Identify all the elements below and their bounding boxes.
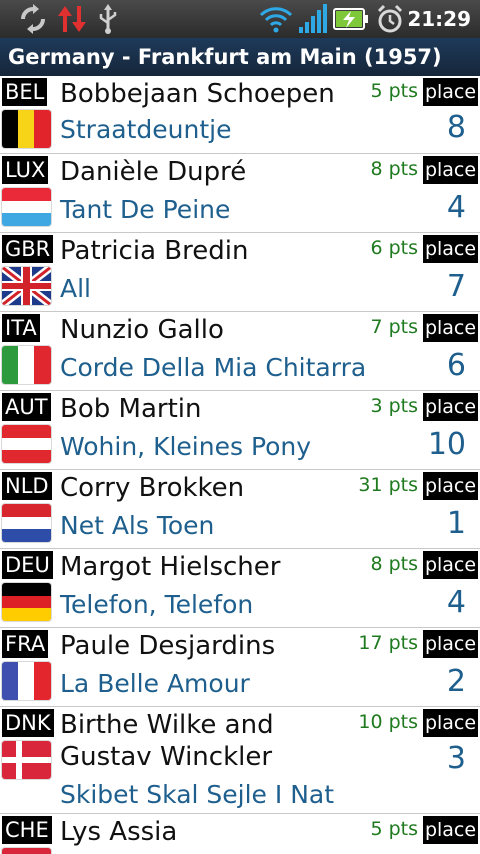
- country-code: CHE: [2, 816, 52, 844]
- usb-icon: [99, 4, 117, 34]
- place-value: 7: [446, 269, 466, 304]
- data-transfer-icon: [58, 6, 86, 32]
- place-label: place: [423, 709, 478, 737]
- place-value: 8: [446, 110, 466, 145]
- switzerland-flag-icon: [2, 848, 51, 854]
- country-code: AUT: [2, 393, 51, 421]
- list-item[interactable]: DNK Birthe Wilke and Gustav Winckler Ski…: [0, 707, 480, 814]
- signal-icon: [299, 4, 327, 33]
- song-title: Net Als Toen: [60, 511, 215, 540]
- points: 5 pts: [370, 818, 418, 840]
- song-title: Tant De Peine: [60, 195, 231, 224]
- points: 8 pts: [370, 553, 418, 575]
- artist-name: Bobbejaan Schoepen: [60, 79, 335, 109]
- artist-name: Bob Martin: [60, 394, 202, 424]
- artist-name: Corry Brokken: [60, 473, 245, 503]
- list-item[interactable]: CHE Lys Assia 5 pts place: [0, 814, 480, 854]
- points: 10 pts: [358, 711, 418, 733]
- country-code: LUX: [2, 156, 49, 184]
- list-item[interactable]: AUT Bob Martin Wohin, Kleines Pony 3 pts…: [0, 391, 480, 470]
- points: 31 pts: [358, 474, 418, 496]
- place-label: place: [423, 816, 478, 844]
- place-label: place: [423, 78, 478, 106]
- list-item[interactable]: ITA Nunzio Gallo Corde Della Mia Chitarr…: [0, 312, 480, 391]
- place-label: place: [423, 472, 478, 500]
- points: 6 pts: [370, 237, 418, 259]
- page-title: Germany - Frankfurt am Main (1957): [0, 38, 480, 76]
- country-code: GBR: [2, 235, 54, 263]
- luxembourg-flag-icon: [2, 188, 51, 226]
- place-label: place: [423, 551, 478, 579]
- artist-name: Margot Hielscher: [60, 552, 281, 582]
- germany-flag-icon: [2, 583, 51, 621]
- denmark-flag-icon: [2, 741, 51, 779]
- france-flag-icon: [2, 662, 51, 700]
- place-value: 10: [427, 427, 466, 462]
- artist-name: Lys Assia: [60, 817, 178, 847]
- belgium-flag-icon: [2, 110, 51, 148]
- place-label: place: [423, 630, 478, 658]
- netherlands-flag-icon: [2, 504, 51, 542]
- points: 17 pts: [358, 632, 418, 654]
- place-label: place: [423, 235, 478, 263]
- country-code: FRA: [2, 630, 49, 658]
- list-item[interactable]: GBR Patricia Bredin All 6 pts place 7: [0, 233, 480, 312]
- country-code: DEU: [2, 551, 53, 579]
- place-value: 1: [446, 506, 466, 541]
- artist-name: Patricia Bredin: [60, 236, 249, 266]
- place-value: 2: [446, 664, 466, 699]
- list-item[interactable]: BEL Bobbejaan Schoepen Straatdeuntje 5 p…: [0, 76, 480, 154]
- song-title: Wohin, Kleines Pony: [60, 432, 312, 461]
- list-item[interactable]: NLD Corry Brokken Net Als Toen 31 pts pl…: [0, 470, 480, 549]
- italy-flag-icon: [2, 346, 51, 384]
- list-item[interactable]: DEU Margot Hielscher Telefon, Telefon 8 …: [0, 549, 480, 628]
- place-value: 3: [446, 741, 466, 776]
- points: 8 pts: [370, 158, 418, 180]
- country-code: NLD: [2, 472, 52, 500]
- song-title: La Belle Amour: [60, 669, 250, 698]
- artist-name: Nunzio Gallo: [60, 315, 224, 345]
- song-title: Straatdeuntje: [60, 115, 232, 144]
- points: 7 pts: [370, 316, 418, 338]
- battery-charging-icon: [333, 8, 368, 30]
- wifi-icon: [259, 7, 293, 33]
- place-value: 4: [446, 585, 466, 620]
- artist-name-line1: Birthe Wilke and: [60, 710, 274, 740]
- points: 5 pts: [370, 80, 418, 102]
- sync-icon: [21, 4, 45, 34]
- place-label: place: [423, 393, 478, 421]
- place-value: 6: [446, 348, 466, 383]
- place-label: place: [423, 156, 478, 184]
- list-item[interactable]: FRA Paule Desjardins La Belle Amour 17 p…: [0, 628, 480, 707]
- country-code: DNK: [2, 709, 54, 737]
- list-item[interactable]: LUX Danièle Dupré Tant De Peine 8 pts pl…: [0, 154, 480, 233]
- song-title: Telefon, Telefon: [60, 590, 254, 619]
- place-label: place: [423, 314, 478, 342]
- artist-name: Danièle Dupré: [60, 157, 247, 187]
- song-title: All: [60, 274, 91, 303]
- alarm-icon: [377, 4, 403, 33]
- song-title: Skibet Skal Sejle I Nat: [60, 780, 335, 809]
- artist-name-line2: Gustav Winckler: [60, 742, 273, 772]
- austria-flag-icon: [2, 425, 51, 463]
- song-title: Corde Della Mia Chitarra: [60, 353, 367, 382]
- status-time: 21:29: [407, 7, 471, 31]
- points: 3 pts: [370, 395, 418, 417]
- artist-name: Paule Desjardins: [60, 631, 276, 661]
- status-bar: 21:29: [0, 0, 480, 38]
- united-kingdom-flag-icon: [2, 267, 51, 305]
- place-value: 4: [446, 190, 466, 225]
- country-code: BEL: [2, 78, 48, 106]
- country-code: ITA: [2, 314, 40, 342]
